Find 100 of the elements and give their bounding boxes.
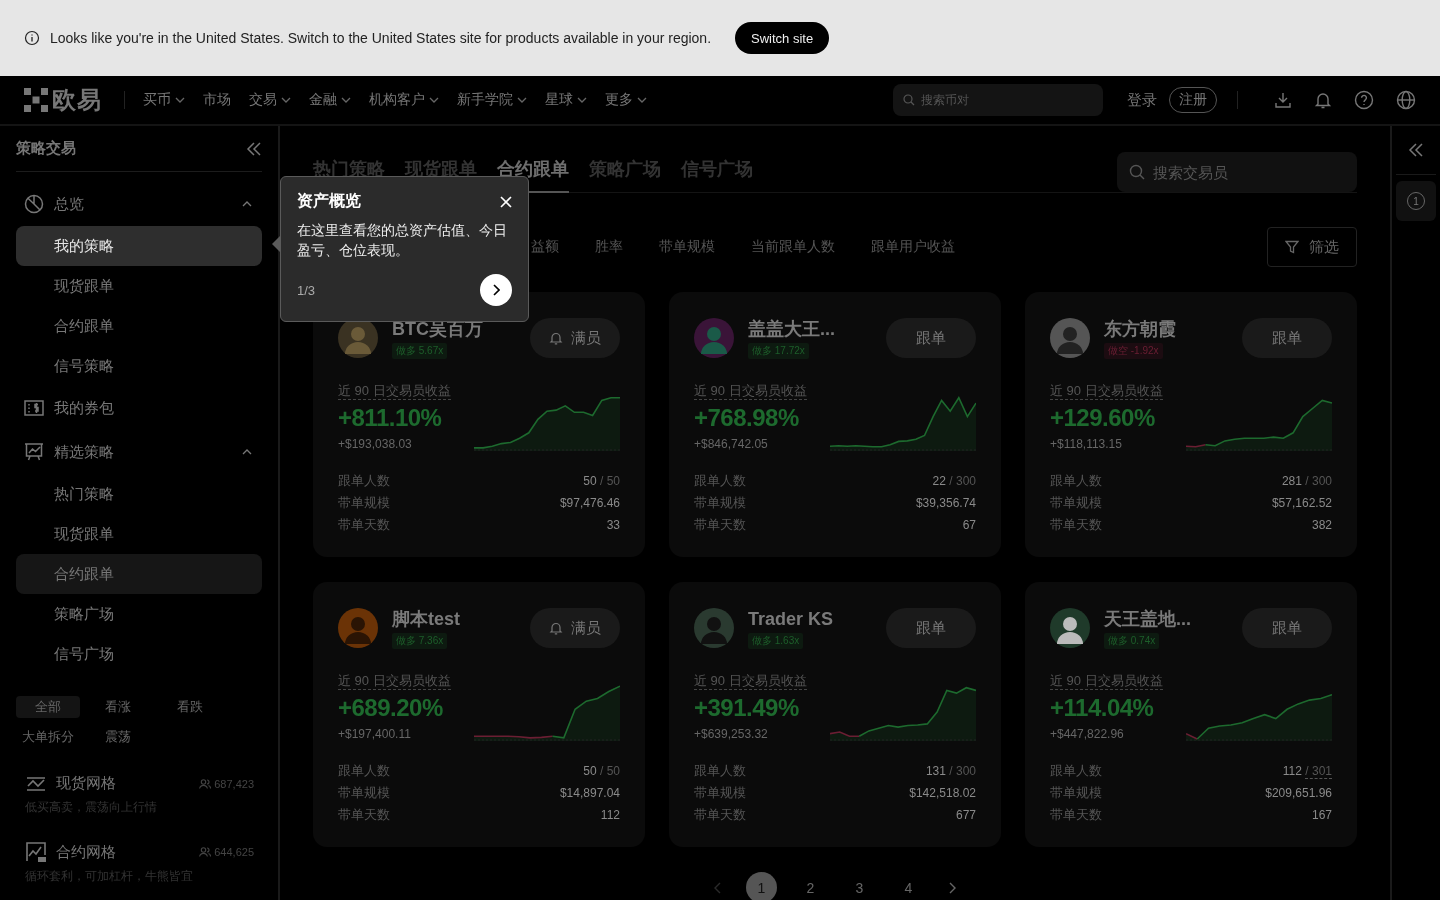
full-button[interactable]: 满员 — [530, 318, 620, 358]
trader-search-field[interactable]: 搜索交易员 — [1117, 152, 1357, 192]
globe-icon[interactable] — [1396, 90, 1416, 110]
strategy-name[interactable]: 现货网格 — [56, 774, 116, 793]
nav-item[interactable]: 金融 — [309, 91, 351, 109]
sidebar-item[interactable]: 我的券包 — [16, 386, 262, 430]
nav-item[interactable]: 交易 — [249, 91, 291, 109]
stat-label: 带单规模 — [694, 785, 746, 801]
caret-icon — [429, 95, 439, 105]
full-button[interactable]: 满员 — [530, 608, 620, 648]
leverage-tag: 做空 -1.92x — [1104, 343, 1163, 359]
stat-value: $142,518.02 — [909, 786, 976, 800]
sort-option[interactable]: 当前跟单人数 — [751, 238, 835, 256]
download-icon[interactable] — [1274, 91, 1292, 109]
logo-text[interactable]: 欧易 — [52, 84, 102, 116]
sidebar-item[interactable]: 热门策略 — [16, 474, 262, 514]
sort-option[interactable]: 跟单用户收益 — [871, 238, 955, 256]
pnl-amount: +$118,113.15 — [1050, 437, 1123, 451]
stat-label: 带单天数 — [1050, 517, 1102, 533]
stat-value: 112 — [600, 808, 620, 822]
logo-icon[interactable] — [24, 88, 48, 112]
page-number[interactable]: 2 — [795, 872, 826, 900]
filter-chip[interactable]: 大单拆分 — [16, 726, 80, 748]
copy-trade-button[interactable]: 跟单 — [886, 608, 976, 648]
page-number[interactable]: 1 — [746, 872, 777, 900]
copy-trade-button[interactable]: 跟单 — [1242, 608, 1332, 648]
sidebar-item[interactable]: 精选策略 — [16, 430, 262, 474]
page-number[interactable]: 4 — [893, 872, 924, 900]
trader-name[interactable]: 天王盖地... — [1104, 608, 1191, 630]
stat-label: 跟单人数 — [1050, 763, 1102, 779]
filter-chip[interactable]: 震荡 — [84, 726, 152, 748]
return-percent: +768.98% — [694, 404, 800, 432]
next-button[interactable] — [480, 274, 512, 306]
sidebar-item[interactable]: 总览 — [16, 182, 262, 226]
avatar[interactable] — [1050, 608, 1090, 648]
leverage-chart-icon — [26, 842, 46, 862]
search-field[interactable]: 搜索币对 — [893, 84, 1103, 116]
nav-item[interactable]: 机构客户 — [369, 91, 439, 109]
trader-name[interactable]: Trader KS — [748, 608, 834, 630]
step-button[interactable]: 1 — [1396, 181, 1436, 221]
return-percent: +129.60% — [1050, 404, 1156, 432]
stat-label: 带单规模 — [1050, 495, 1102, 511]
collapse-icon[interactable] — [246, 140, 262, 157]
user-count: 687,423 — [214, 777, 254, 790]
nav-item[interactable]: 买币 — [143, 91, 185, 109]
expand-icon[interactable] — [1408, 142, 1424, 158]
pnl-amount: +$197,400.11 — [338, 727, 412, 741]
stat-label: 跟单人数 — [694, 763, 746, 779]
pie-chart-icon — [24, 194, 44, 214]
trader-name[interactable]: 盖盖大王... — [748, 318, 835, 340]
copy-trade-button[interactable]: 跟单 — [1242, 318, 1332, 358]
filter-chip[interactable]: 全部 — [16, 696, 80, 718]
caret-icon — [517, 95, 527, 105]
sidebar-item[interactable]: 现货跟单 — [16, 266, 262, 306]
caret-icon — [281, 95, 291, 105]
tooltip-text: 在这里查看您的总资产估值、今日盈亏、仓位表现。 — [297, 221, 508, 260]
page-number[interactable]: 3 — [844, 872, 875, 900]
stat-value: $97,476.46 — [559, 496, 620, 510]
filter-chip[interactable]: 看涨 — [84, 696, 152, 718]
sidebar-item[interactable]: 信号广场 — [16, 634, 262, 674]
nav-item[interactable]: 市场 — [203, 91, 231, 109]
strategy-name[interactable]: 合约网格 — [56, 842, 116, 862]
sort-option[interactable]: 带单规模 — [659, 238, 715, 256]
notice-text: Looks like you're in the United States. Switch to the United States site for products available in your region. — [50, 30, 712, 46]
help-icon[interactable] — [1354, 90, 1374, 110]
sort-option[interactable]: 胜率 — [595, 238, 623, 256]
filter-button[interactable]: 筛选 — [1267, 227, 1357, 267]
close-button[interactable] — [500, 195, 512, 208]
sidebar-item[interactable]: 合约跟单 — [16, 306, 262, 346]
nav-item[interactable]: 更多 — [605, 91, 647, 109]
step-counter: 1/3 — [297, 282, 316, 298]
stat-value: 33 — [606, 518, 620, 532]
pnl-amount: +$447,822.96 — [1050, 727, 1125, 741]
copy-trade-button[interactable]: 跟单 — [886, 318, 976, 358]
bell-icon[interactable] — [1314, 91, 1332, 109]
stat-value: 131 — [925, 764, 946, 778]
return-label: 近 90 日交易员收益 — [338, 383, 451, 400]
stat-label: 跟单人数 — [338, 473, 390, 489]
sidebar-item[interactable]: 信号策略 — [16, 346, 262, 386]
sidebar-item[interactable]: 合约跟单 — [16, 554, 262, 594]
search-icon — [903, 94, 915, 106]
sidebar-item[interactable]: 策略广场 — [16, 594, 262, 634]
sidebar-item[interactable]: 我的策略 — [16, 226, 262, 266]
users-icon — [199, 847, 212, 857]
nav-item[interactable]: 新手学院 — [457, 91, 527, 109]
return-label: 近 90 日交易员收益 — [338, 673, 451, 690]
leverage-tag: 做多 0.74x — [1104, 633, 1160, 649]
trader-name[interactable]: 东方朝霞 — [1104, 318, 1176, 340]
stat-label: 跟单人数 — [1050, 473, 1102, 489]
nav-item[interactable]: 星球 — [545, 91, 587, 109]
login-link[interactable]: 登录 — [1127, 90, 1157, 110]
trader-name[interactable]: 脚本test — [392, 608, 460, 630]
sort-option[interactable]: 益额 — [531, 238, 559, 256]
filter-chip[interactable]: 看跌 — [156, 696, 224, 718]
stat-label: 跟单人数 — [694, 473, 746, 489]
chevron-right-icon — [948, 881, 956, 894]
stat-total: / 301 — [1305, 764, 1332, 779]
stat-value: $39,356.74 — [915, 496, 976, 510]
sidebar-item[interactable]: 现货跟单 — [16, 514, 262, 554]
switch-site-button[interactable]: Switch site — [735, 22, 830, 54]
